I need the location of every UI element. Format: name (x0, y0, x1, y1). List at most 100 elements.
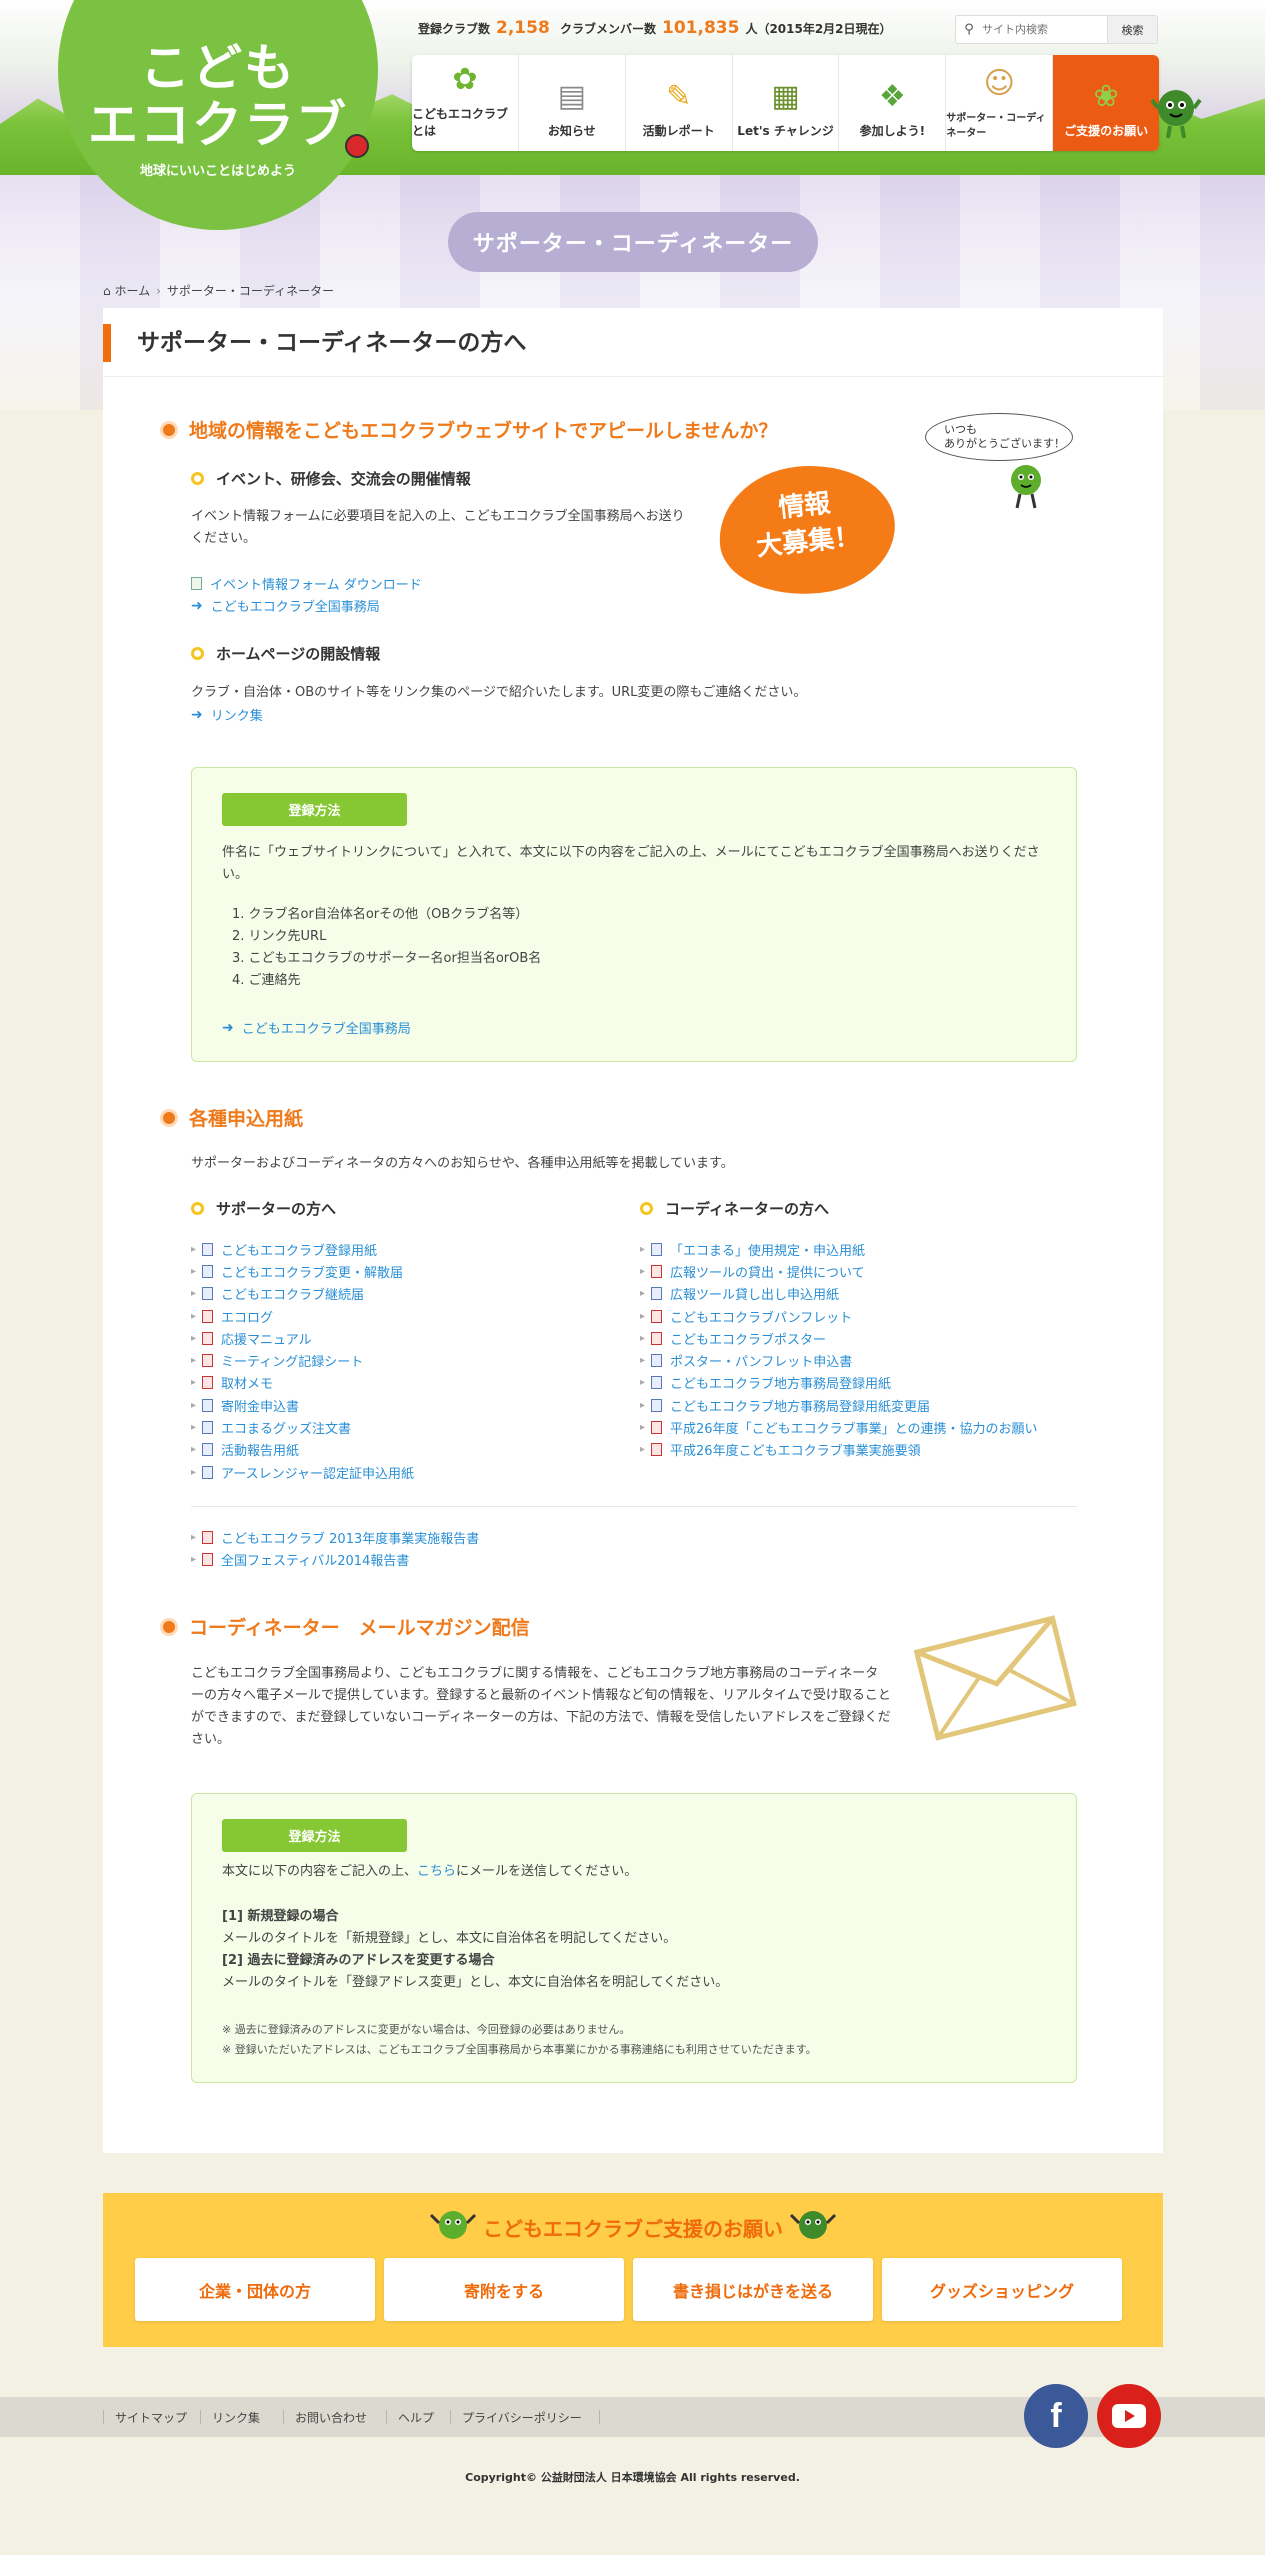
breadcrumb-home[interactable]: ホーム (114, 284, 150, 298)
heading-divider (103, 376, 1163, 377)
facebook-button[interactable]: f (1024, 2384, 1088, 2448)
form-link[interactable]: ▸ 広報ツールの貸出・提供について (640, 1260, 1037, 1282)
form-link-text: 寄附金申込書 (221, 1399, 300, 1415)
nav-label: ご支援のお願い (1064, 124, 1149, 138)
pencil-icon: ✎ (666, 79, 692, 114)
form-link-text: 「エコまる」使用規定・申込用紙 (670, 1243, 866, 1259)
stats-member-count: 101,835 (662, 18, 740, 38)
person-icon: ☺ (983, 66, 1015, 101)
home-icon: ⌂ (103, 284, 111, 298)
form-link[interactable]: ▸ こどもエコクラブ地方事務局登録用紙 (640, 1372, 1037, 1394)
word-doc-icon (202, 1287, 214, 1301)
form-link[interactable]: ▸ エコログ (191, 1305, 414, 1327)
nav-item-join[interactable]: ❖ 参加しよう! (839, 55, 947, 151)
youtube-icon (1112, 2404, 1146, 2428)
form-link[interactable]: ▸ 平成26年度「こどもエコクラブ事業」との連携・協力のお願い (640, 1416, 1037, 1438)
nav-item-supporter[interactable]: ☺ サポーター・コーディネーター (946, 55, 1054, 151)
nav-item-support[interactable]: ❀ ご支援のお願い (1053, 55, 1159, 151)
pdf-icon (202, 1331, 214, 1345)
speech-bubble: いつも ありがとうございます！ (925, 413, 1073, 461)
form-link[interactable]: ▸ こどもエコクラブ登録用紙 (191, 1238, 414, 1260)
form-link[interactable]: ▸ 取材メモ (191, 1372, 414, 1394)
search-input[interactable] (982, 23, 1102, 36)
form-link[interactable]: ▸ 「エコまる」使用規定・申込用紙 (640, 1238, 1037, 1260)
form-link[interactable]: ▸ ポスター・パンフレット申込書 (640, 1349, 1037, 1371)
form-link[interactable]: ▸ こどもエコクラブ変更・解散届 (191, 1260, 414, 1282)
footer-link-contact[interactable]: お問い合わせ (295, 2397, 367, 2437)
nav-label: こどもエコクラブとは (412, 107, 509, 138)
form-link[interactable]: ▸ 寄附金申込書 (191, 1394, 414, 1416)
form-link[interactable]: ▸ こどもエコクラブポスター (640, 1327, 1037, 1349)
form-link[interactable]: ▸ こどもエコクラブ継続届 (191, 1283, 414, 1305)
registration-label: 登録方法 (222, 793, 407, 826)
mascot-icon (1011, 465, 1041, 509)
section-forms-text: サポーターおよびコーディネータの方々へのお知らせや、各種申込用紙等を掲載していま… (191, 1156, 734, 1171)
list-item: 1. クラブ名or自治体名orその他（OBクラブ名等） (232, 907, 529, 922)
copyright: Copyright© 公益財団法人 日本環境協会 All rights rese… (465, 2471, 800, 2484)
footer-link-sitemap[interactable]: サイトマップ (115, 2397, 187, 2437)
registration-office-link[interactable]: ➜ こどもエコクラブ全国事務局 (222, 1018, 411, 1038)
word-doc-icon (651, 1287, 663, 1301)
form-link[interactable]: ▸ 活動報告用紙 (191, 1439, 414, 1461)
form-link-text: こどもエコクラブパンフレット (670, 1310, 853, 1326)
list-item: 3. こどもエコクラブのサポーター名or担当名orOB名 (232, 951, 542, 966)
form-link[interactable]: ▸ こどもエコクラブ地方事務局登録用紙変更届 (640, 1394, 1037, 1416)
global-nav: ✿ こどもエコクラブとは ▤ お知らせ ✎ 活動レポート ▦ Let's チャレ… (412, 55, 1159, 151)
nav-label: Let's チャレンジ (737, 124, 834, 138)
footer-link-help[interactable]: ヘルプ (398, 2397, 434, 2437)
support-button-donate[interactable]: 寄附をする (384, 2258, 624, 2321)
instruction-post: にメールを送信してください。 (456, 1864, 638, 1879)
event-info-text: イベント情報フォームに必要項目を記入の上、こどもエコクラブ全国事務局へお送りくだ… (191, 509, 685, 546)
facebook-icon: f (1050, 2396, 1062, 2435)
mailmag-instruction: 本文に以下の内容をご記入の上、こちらにメールを送信してください。 (222, 1861, 637, 1883)
logo-tagline: 地球にいいことはじめよう (139, 164, 296, 179)
nav-label: 参加しよう! (859, 124, 926, 138)
nav-item-about[interactable]: ✿ こどもエコクラブとは (412, 55, 519, 151)
leaf-icon: ✿ (452, 62, 478, 97)
nav-item-news[interactable]: ▤ お知らせ (519, 55, 626, 151)
nav-item-challenge[interactable]: ▦ Let's チャレンジ (733, 55, 840, 151)
note: ※ 登録いただいたアドレスは、こどもエコクラブ全国事務局から本事業にかかる事務連… (222, 2043, 817, 2056)
link-collection-link[interactable]: ➜ リンク集 (191, 705, 263, 725)
support-title: こどもエコクラブご支援のお願い (483, 2217, 783, 2241)
form-link[interactable]: ▸ 応援マニュアル (191, 1327, 414, 1349)
support-button-shopping[interactable]: グッズショッピング (882, 2258, 1122, 2321)
national-office-link[interactable]: ➜ こどもエコクラブ全国事務局 (191, 596, 380, 616)
event-form-download-link[interactable]: イベント情報フォーム ダウンロード (191, 574, 422, 593)
word-doc-icon (202, 1264, 214, 1278)
stats-member-suffix: 人（2015年2月2日現在） (745, 22, 892, 36)
mailmag-registration-box: 登録方法 本文に以下の内容をご記入の上、こちらにメールを送信してください。 [1… (191, 1793, 1077, 2083)
footer-link-privacy[interactable]: プライバシーポリシー (462, 2397, 582, 2437)
arrow-right-icon: ➜ (222, 1019, 234, 1036)
form-link-text: 活動報告用紙 (221, 1444, 300, 1460)
ring-bullet-icon (640, 1202, 653, 1215)
footer-link-links[interactable]: リンク集 (212, 2397, 260, 2437)
form-link[interactable]: ▸ ミーティング記録シート (191, 1349, 414, 1371)
form-link[interactable]: ▸ 平成26年度こどもエコクラブ事業実施要領 (640, 1439, 1037, 1461)
divider (103, 2410, 104, 2424)
breadcrumb-separator: › (156, 284, 161, 298)
form-link-text: 応援マニュアル (221, 1332, 312, 1348)
form-link[interactable]: ▸ アースレンジャー認定証申込用紙 (191, 1461, 414, 1483)
report-link[interactable]: ▸ 全国フェスティバル2014報告書 (191, 1548, 479, 1570)
nav-label: サポーター・コーディネーター (946, 113, 1046, 139)
divider (386, 2410, 387, 2424)
support-banner: こどもエコクラブご支援のお願い 企業・団体の方 寄附をする 書き損じはがきを送る… (103, 2193, 1163, 2347)
search-icon: ⚲ (964, 22, 974, 37)
form-link[interactable]: ▸ エコまるグッズ注文書 (191, 1416, 414, 1438)
section-forms-title-text: 各種申込用紙 (189, 1108, 304, 1130)
support-button-postcard[interactable]: 書き損じはがきを送る (633, 2258, 873, 2321)
form-link[interactable]: ▸ こどもエコクラブパンフレット (640, 1305, 1037, 1327)
youtube-button[interactable] (1097, 2384, 1161, 2448)
mail-here-link[interactable]: こちら (417, 1864, 456, 1879)
registration-text: 件名に「ウェブサイトリンクについて」と入れて、本文に以下の内容をご記入の上、メー… (222, 845, 1040, 882)
support-button-corporate[interactable]: 企業・団体の方 (135, 2258, 375, 2321)
bullet-icon (163, 423, 175, 436)
search-button[interactable]: 検索 (1107, 16, 1157, 43)
nav-item-report[interactable]: ✎ 活動レポート (626, 55, 733, 151)
section-forms-title: 各種申込用紙 (163, 1104, 303, 1131)
registration-box: 登録方法 件名に「ウェブサイトリンクについて」と入れて、本文に以下の内容をご記入… (191, 767, 1077, 1062)
form-link[interactable]: ▸ 広報ツール貸し出し申込用紙 (640, 1283, 1037, 1305)
form-link-text: アースレンジャー認定証申込用紙 (221, 1466, 414, 1482)
report-link[interactable]: ▸ こどもエコクラブ 2013年度事業実施報告書 (191, 1526, 479, 1548)
